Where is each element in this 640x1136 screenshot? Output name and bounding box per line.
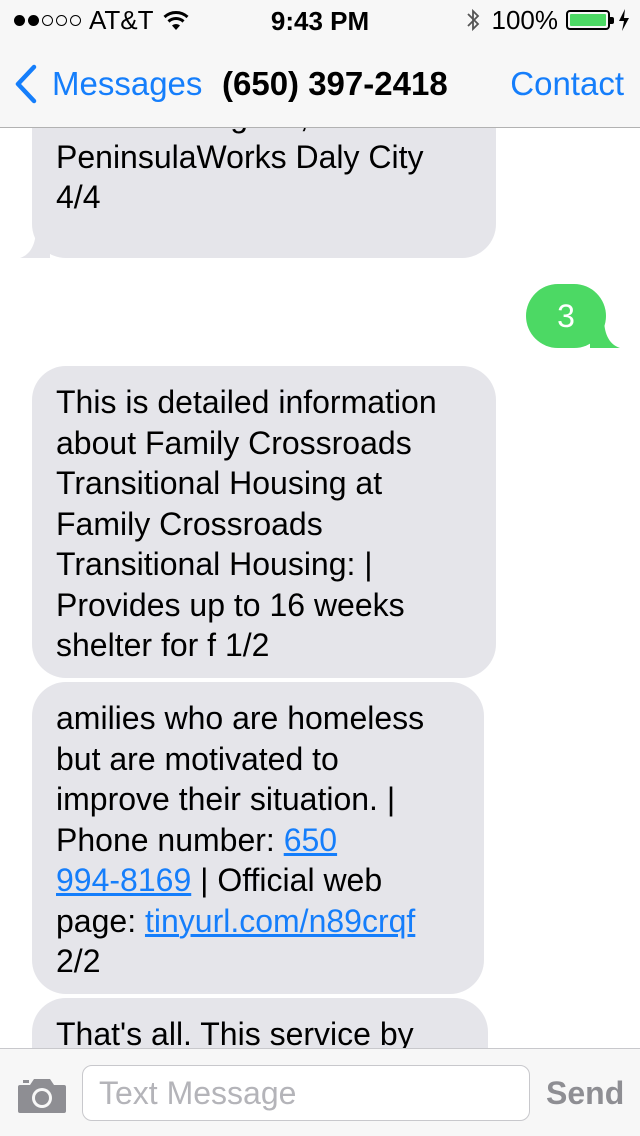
message-text-line: Transitional Housing: | (56, 546, 373, 582)
message-text-line: page: tinyurl.com/n89crqf (56, 901, 460, 942)
web-prefix: page: (56, 902, 145, 939)
message-text-line: 994-8169 | Official web (56, 860, 460, 901)
message-bubble-incoming[interactable]: Northern Region., PeninsulaWorks Daly Ci… (20, 128, 496, 258)
bubble-tail (590, 318, 620, 348)
message-bubble-outgoing[interactable]: 3 (526, 284, 620, 348)
battery-icon (566, 10, 614, 30)
message-input-bar: Send (0, 1048, 640, 1136)
conversation-thread[interactable]: Northern Region., PeninsulaWorks Daly Ci… (0, 128, 640, 1048)
back-label: Messages (52, 65, 203, 102)
bubble-tail (20, 228, 50, 258)
message-bubble-incoming[interactable]: amilies who are homeless but are motivat… (32, 682, 484, 994)
message-text-line: amilies who are homeless (56, 700, 425, 736)
nav-bar: Messages (650) 397-2418 Contact (0, 40, 640, 128)
message-text-line: improve their situation. | (56, 781, 396, 817)
message-input[interactable] (83, 1066, 529, 1120)
message-text-line: Northern Region., (56, 128, 424, 137)
charging-icon (619, 9, 629, 31)
battery-fill (570, 14, 606, 26)
message-text: | Official web (191, 862, 383, 898)
camera-icon[interactable] (16, 1075, 68, 1115)
message-text-line: Family Crossroads (56, 505, 323, 542)
message-text-line: Provides up to 16 weeks (56, 586, 405, 623)
message-text-line: Phone number: 650 (56, 820, 460, 861)
status-bar: AT&T 9:43 PM 100% (0, 0, 640, 40)
message-text-line: Transitional Housing at (56, 465, 383, 501)
message-bubble-incoming[interactable]: That's all. This service by (32, 998, 488, 1048)
message-text-line: That's all. This service by (56, 1016, 414, 1048)
contact-button[interactable]: Contact (510, 64, 624, 104)
back-button[interactable]: Messages (14, 64, 202, 104)
message-text-line: This is detailed information (56, 384, 437, 420)
message-text-line: but are motivated to (56, 740, 339, 777)
web-link[interactable]: tinyurl.com/n89crqf (145, 903, 415, 939)
message-text-line: shelter for f 1/2 (56, 627, 270, 663)
message-text-line: 2/2 (56, 943, 101, 979)
message-input-container (82, 1065, 530, 1121)
battery-percent: 100% (491, 4, 559, 35)
phone-link[interactable]: 994-8169 (56, 862, 191, 898)
message-text-line: about Family Crossroads (56, 424, 412, 461)
message-text-line: PeninsulaWorks Daly City (56, 138, 424, 175)
phone-link[interactable]: 650 (284, 822, 337, 858)
conversation-title: (650) 397-2418 (222, 65, 448, 102)
status-right: 100% (466, 4, 631, 35)
phone-prefix: Phone number: (56, 821, 284, 858)
chevron-left-icon (15, 64, 37, 104)
message-text-line: 4/4 (56, 179, 101, 215)
bluetooth-icon (466, 8, 479, 32)
message-text: 3 (557, 298, 575, 334)
send-button[interactable]: Send (546, 1073, 624, 1113)
message-bubble-incoming[interactable]: This is detailed information about Famil… (32, 366, 496, 678)
